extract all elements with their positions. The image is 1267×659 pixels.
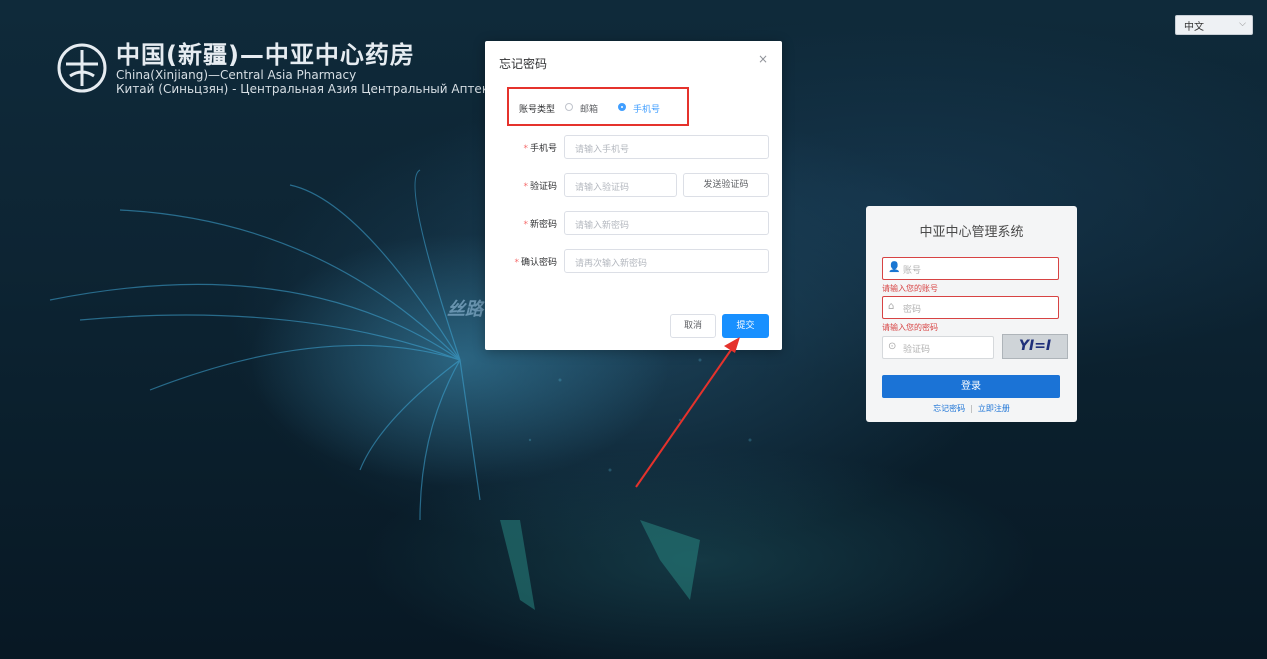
annotation-arrow-icon <box>635 337 740 488</box>
